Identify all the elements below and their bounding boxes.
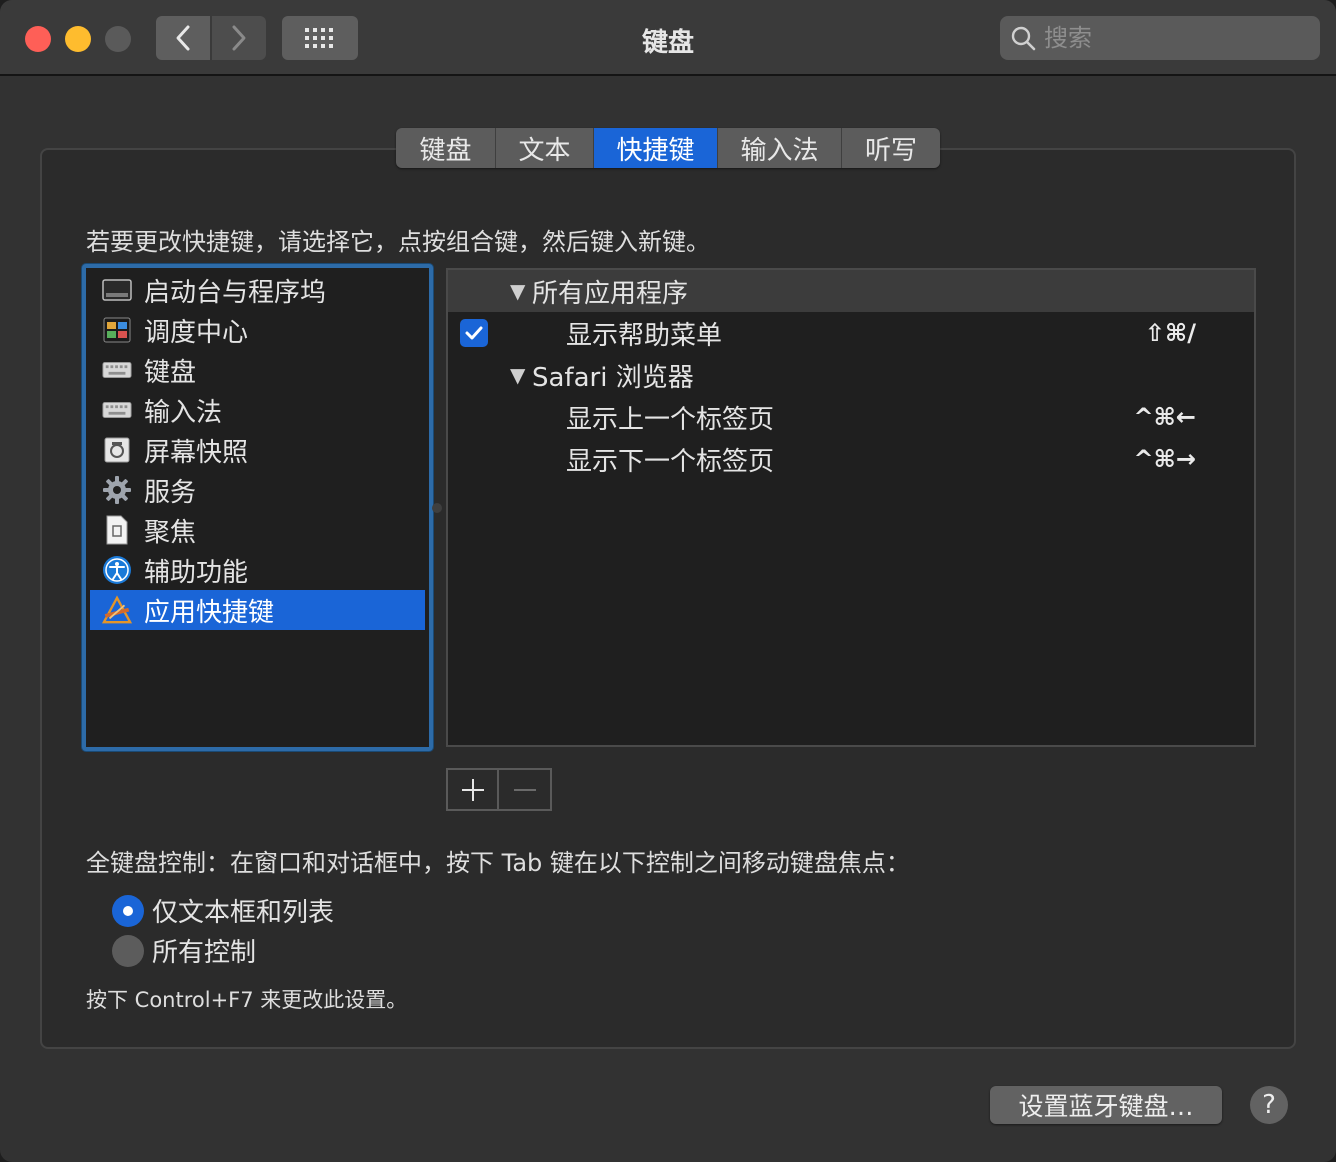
- category-launchpad-dock[interactable]: 启动台与程序坞: [90, 270, 425, 310]
- shortcut-keys[interactable]: ^⌘←: [1134, 403, 1196, 431]
- tab-shortcuts[interactable]: 快捷键: [594, 128, 718, 168]
- instruction-text: 若要更改快捷键，请选择它，点按组合键，然后键入新键。: [86, 228, 710, 256]
- shortcut-label: 显示帮助菜单: [566, 320, 723, 351]
- setup-bluetooth-keyboard-button[interactable]: 设置蓝牙键盘…: [990, 1086, 1222, 1124]
- plus-icon: [461, 778, 484, 801]
- search-icon: [1011, 26, 1036, 51]
- title-bar: 键盘: [0, 0, 1336, 76]
- add-remove-control: [446, 768, 552, 811]
- tab-keyboard[interactable]: 键盘: [396, 128, 496, 168]
- radio-label: 所有控制: [152, 938, 257, 968]
- shortcut-keys[interactable]: ^⌘→: [1134, 445, 1196, 473]
- shortcut-category-list[interactable]: 启动台与程序坞 调度中心 键盘 输入法 屏幕快照 服务 聚焦 辅助功能 应用快捷…: [82, 264, 433, 751]
- remove-shortcut-button[interactable]: [499, 770, 550, 809]
- category-label: 调度中心: [144, 317, 249, 348]
- shortcut-row[interactable]: 显示下一个标签页 ^⌘→: [448, 438, 1254, 480]
- screenshot-icon: [102, 435, 132, 465]
- group-label: Safari 浏览器: [532, 362, 694, 393]
- tab-input-sources[interactable]: 输入法: [718, 128, 842, 168]
- full-keyboard-access-label: 全键盘控制：在窗口和对话框中，按下 Tab 键在以下控制之间移动键盘焦点：: [86, 849, 910, 877]
- category-label: 启动台与程序坞: [144, 277, 327, 308]
- control-f7-note: 按下 Control+F7 来更改此设置。: [86, 988, 408, 1012]
- category-label: 应用快捷键: [144, 597, 275, 628]
- shortcut-label: 显示上一个标签页: [566, 404, 775, 435]
- disclosure-triangle-icon[interactable]: ▼: [510, 279, 525, 303]
- enable-checkbox[interactable]: [460, 319, 488, 347]
- shortcut-label: 显示下一个标签页: [566, 446, 775, 477]
- search-input[interactable]: [1044, 24, 1304, 52]
- tab-dictation[interactable]: 听写: [842, 128, 940, 168]
- category-screenshots[interactable]: 屏幕快照: [90, 430, 425, 470]
- category-spotlight[interactable]: 聚焦: [90, 510, 425, 550]
- keyboard-icon: [102, 355, 132, 385]
- radio-button-selected[interactable]: [112, 894, 144, 927]
- category-label: 聚焦: [144, 517, 197, 548]
- help-button[interactable]: ?: [1250, 1086, 1288, 1124]
- add-shortcut-button[interactable]: [448, 770, 499, 809]
- category-accessibility[interactable]: 辅助功能: [90, 550, 425, 590]
- category-label: 输入法: [144, 397, 223, 428]
- group-safari[interactable]: ▼ Safari 浏览器: [448, 354, 1254, 396]
- gear-icon: [102, 475, 132, 505]
- minus-icon: [513, 788, 536, 791]
- shortcut-row[interactable]: 显示帮助菜单 ⇧⌘/: [448, 312, 1254, 354]
- tab-bar: 键盘 文本 快捷键 输入法 听写: [396, 128, 940, 168]
- category-label: 屏幕快照: [144, 437, 249, 468]
- radio-label: 仅文本框和列表: [152, 898, 335, 928]
- accessibility-icon: [102, 555, 132, 585]
- launchpad-dock-icon: [102, 275, 132, 305]
- radio-button[interactable]: [112, 934, 144, 967]
- group-all-apps[interactable]: ▼ 所有应用程序: [448, 270, 1254, 312]
- checkmark-icon: [465, 326, 483, 340]
- split-handle[interactable]: [432, 503, 442, 513]
- radio-text-boxes-and-lists[interactable]: 仅文本框和列表: [112, 892, 334, 929]
- category-label: 辅助功能: [144, 557, 249, 588]
- category-app-shortcuts[interactable]: 应用快捷键: [90, 590, 425, 630]
- category-services[interactable]: 服务: [90, 470, 425, 510]
- disclosure-triangle-icon[interactable]: ▼: [510, 363, 525, 387]
- preferences-window: 键盘 键盘 文本 快捷键 输入法 听写 若要更改快捷键，请选择它，点按组合键，然…: [0, 0, 1336, 1162]
- category-label: 键盘: [144, 357, 197, 388]
- spotlight-icon: [102, 515, 132, 545]
- shortcut-table[interactable]: ▼ 所有应用程序 显示帮助菜单 ⇧⌘/ ▼ Safari 浏览器 显示上一个标签…: [446, 268, 1256, 747]
- category-label: 服务: [144, 477, 197, 508]
- group-label: 所有应用程序: [532, 278, 689, 309]
- search-field[interactable]: [1000, 16, 1320, 60]
- tab-text[interactable]: 文本: [496, 128, 594, 168]
- shortcut-row[interactable]: 显示上一个标签页 ^⌘←: [448, 396, 1254, 438]
- category-mission-control[interactable]: 调度中心: [90, 310, 425, 350]
- radio-all-controls[interactable]: 所有控制: [112, 932, 256, 969]
- shortcut-keys[interactable]: ⇧⌘/: [1145, 319, 1196, 347]
- keyboard-icon: [102, 395, 132, 425]
- mission-control-icon: [102, 315, 132, 345]
- app-shortcuts-icon: [102, 595, 132, 625]
- category-input-sources[interactable]: 输入法: [90, 390, 425, 430]
- category-keyboard[interactable]: 键盘: [90, 350, 425, 390]
